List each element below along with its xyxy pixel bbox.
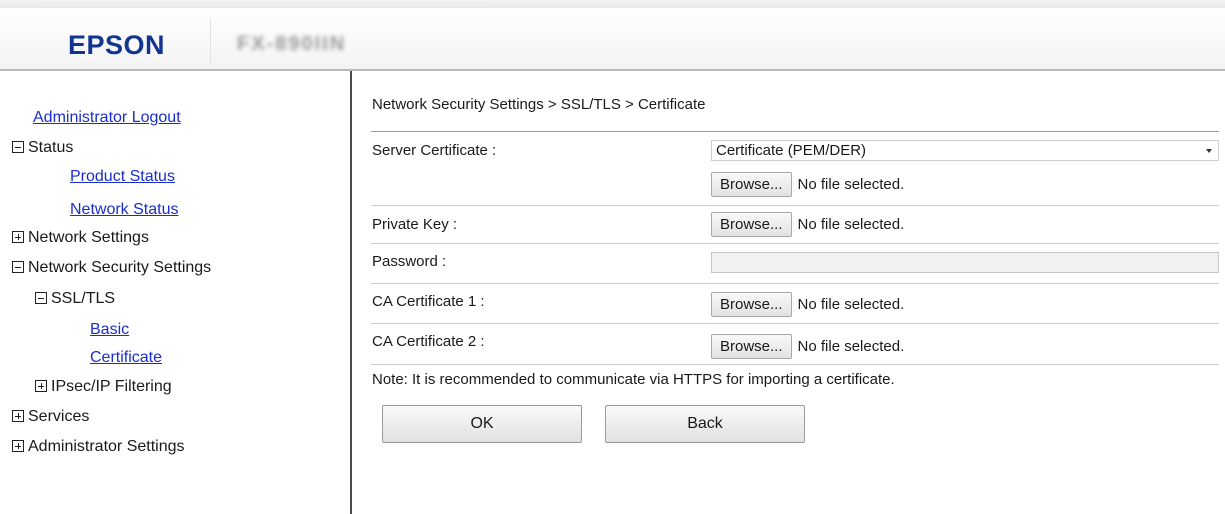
header-separator — [210, 18, 211, 64]
network-status-link[interactable]: Network Status — [70, 201, 178, 218]
row-divider — [371, 323, 1219, 324]
certificate-format-value: Certificate (PEM/DER) — [716, 142, 867, 159]
server-certificate-file-picker[interactable]: Browse... No file selected. — [711, 172, 904, 197]
ca-certificate-1-file-picker[interactable]: Browse... No file selected. — [711, 292, 904, 317]
row-divider — [371, 364, 1219, 365]
sidebar-item-ipsec-ip-filtering[interactable]: IPsec/IP Filtering — [35, 378, 172, 396]
ca-certificate-2-file-picker[interactable]: Browse... No file selected. — [711, 334, 904, 359]
sidebar-item-label: Network Security Settings — [28, 259, 212, 276]
sidebar-item-label: Status — [28, 139, 74, 156]
sidebar-item-certificate[interactable]: Certificate — [90, 349, 162, 367]
header: EPSON FX-890IIN — [0, 8, 1225, 70]
sidebar-item-basic[interactable]: Basic — [90, 321, 129, 339]
collapse-icon[interactable] — [35, 292, 47, 304]
sidebar-item-label: Administrator Settings — [28, 438, 185, 455]
server-certificate-label: Server Certificate : — [372, 142, 497, 159]
sidebar-item-network-security-settings[interactable]: Network Security Settings — [12, 259, 211, 277]
ca-certificate-1-label: CA Certificate 1 : — [372, 293, 485, 310]
expand-icon[interactable] — [12, 410, 24, 422]
expand-icon[interactable] — [12, 440, 24, 452]
sidebar-item-administrator-logout[interactable]: Administrator Logout — [33, 109, 181, 127]
basic-link[interactable]: Basic — [90, 321, 129, 338]
sidebar-divider — [350, 71, 352, 514]
ca-certificate-2-browse-button[interactable]: Browse... — [711, 334, 792, 359]
row-divider — [371, 131, 1219, 132]
sidebar-item-status[interactable]: Status — [12, 139, 73, 157]
sidebar-item-label: Services — [28, 408, 90, 425]
breadcrumb: Network Security Settings > SSL/TLS > Ce… — [372, 96, 706, 113]
server-certificate-browse-button[interactable]: Browse... — [711, 172, 792, 197]
password-input[interactable] — [711, 252, 1219, 273]
ca-certificate-1-file-status: No file selected. — [797, 296, 905, 313]
password-label: Password : — [372, 253, 447, 270]
row-divider — [371, 243, 1219, 244]
sidebar: Administrator Logout Status Product Stat… — [0, 71, 350, 514]
https-note: Note: It is recommended to communicate v… — [372, 371, 895, 388]
product-status-link[interactable]: Product Status — [70, 168, 175, 185]
ca-certificate-2-file-status: No file selected. — [797, 338, 905, 355]
back-button[interactable]: Back — [605, 405, 805, 443]
private-key-browse-button[interactable]: Browse... — [711, 212, 792, 237]
sidebar-item-product-status[interactable]: Product Status — [70, 168, 175, 186]
sidebar-item-label: IPsec/IP Filtering — [51, 378, 172, 395]
private-key-file-status: No file selected. — [797, 216, 905, 233]
server-certificate-file-status: No file selected. — [797, 176, 905, 193]
expand-icon[interactable] — [12, 231, 24, 243]
sidebar-item-network-status[interactable]: Network Status — [70, 201, 178, 219]
ca-certificate-1-browse-button[interactable]: Browse... — [711, 292, 792, 317]
sidebar-item-label: SSL/TLS — [51, 290, 116, 307]
dropdown-arrow-icon — [1206, 149, 1212, 153]
collapse-icon[interactable] — [12, 141, 24, 153]
administrator-logout-link[interactable]: Administrator Logout — [33, 109, 181, 126]
sidebar-item-ssl-tls[interactable]: SSL/TLS — [35, 290, 115, 308]
expand-icon[interactable] — [35, 380, 47, 392]
private-key-file-picker[interactable]: Browse... No file selected. — [711, 212, 904, 237]
ok-button[interactable]: OK — [382, 405, 582, 443]
top-strip-ghost-text: ▁▁▁▁▁▁▁▁▁▁▁▁▁▁▁▁▁▁▁▁▁▁▁▁▁▁▁▁▁ — [40, 0, 493, 8]
sidebar-item-services[interactable]: Services — [12, 408, 89, 426]
epson-logo: EPSON — [68, 30, 166, 60]
row-divider — [371, 205, 1219, 206]
top-strip: ▁▁▁▁▁▁▁▁▁▁▁▁▁▁▁▁▁▁▁▁▁▁▁▁▁▁▁▁▁ — [0, 0, 1225, 8]
private-key-label: Private Key : — [372, 216, 458, 233]
ca-certificate-2-label: CA Certificate 2 : — [372, 333, 485, 350]
sidebar-item-label: Network Settings — [28, 229, 149, 246]
printer-model-name: FX-890IIN — [237, 33, 347, 55]
certificate-format-select[interactable]: Certificate (PEM/DER) — [711, 140, 1219, 161]
row-divider — [371, 283, 1219, 284]
sidebar-item-administrator-settings[interactable]: Administrator Settings — [12, 438, 185, 456]
collapse-icon[interactable] — [12, 261, 24, 273]
sidebar-item-network-settings[interactable]: Network Settings — [12, 229, 149, 247]
certificate-link[interactable]: Certificate — [90, 349, 162, 366]
